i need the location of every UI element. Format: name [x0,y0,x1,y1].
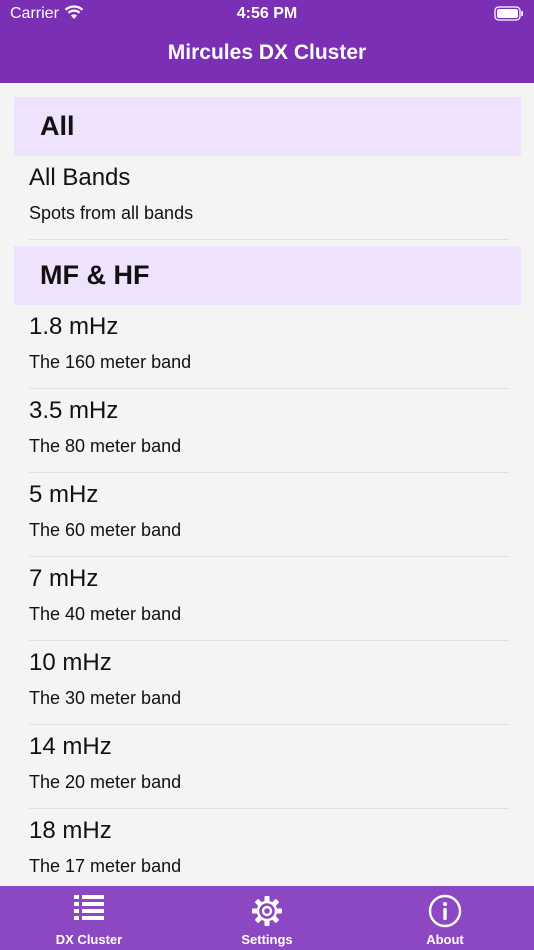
band-subtitle: The 60 meter band [29,520,182,540]
list-item-band[interactable]: 5 mHz The 60 meter band [14,473,521,557]
status-bar: Carrier 4:56 PM [0,0,534,28]
list-item-band[interactable]: 14 mHz The 20 meter band [14,725,521,809]
list-item-band[interactable]: 7 mHz The 40 meter band [14,557,521,641]
band-subtitle: The 40 meter band [29,604,182,624]
gear-icon [252,896,282,926]
list-icon [74,895,104,920]
band-title: All Bands [29,164,131,191]
navigation-header: Carrier 4:56 PM Mircules DX Cluster [0,0,534,83]
status-time: 4:56 PM [236,5,298,22]
list-item-band[interactable]: 1.8 mHz The 160 meter band [14,305,521,389]
info-icon [428,894,462,928]
band-list: All All Bands Spots from all bands MF & … [14,97,521,893]
battery-icon [494,6,524,26]
row-divider [29,239,509,240]
band-title: 10 mHz [29,649,112,676]
band-subtitle: Spots from all bands [29,203,194,223]
page-title: Mircules DX Cluster [167,41,367,64]
section-header-all: All [14,97,521,156]
list-item-band[interactable]: 10 mHz The 30 meter band [14,641,521,725]
tab-dx-cluster[interactable]: DX Cluster [0,886,178,950]
band-title: 3.5 mHz [29,397,119,424]
list-item-band[interactable]: 18 mHz The 17 meter band [14,809,521,893]
tab-label: Settings [241,932,293,947]
band-title: 18 mHz [29,817,112,844]
section-header-label: All [40,111,75,141]
band-title: 5 mHz [29,481,99,508]
list-item-band[interactable]: 3.5 mHz The 80 meter band [14,389,521,473]
section-header-label: MF & HF [40,260,150,290]
tab-bar: DX Cluster Settings About [0,886,534,950]
band-subtitle: The 17 meter band [29,856,182,876]
band-title: 14 mHz [29,733,112,760]
section-header-mf-hf: MF & HF [14,246,521,305]
band-subtitle: The 30 meter band [29,688,182,708]
tab-settings[interactable]: Settings [178,886,356,950]
band-subtitle: The 20 meter band [29,772,182,792]
band-subtitle: The 160 meter band [29,352,192,372]
band-subtitle: The 80 meter band [29,436,182,456]
tab-label: About [426,932,464,947]
tab-about[interactable]: About [356,886,534,950]
band-title: 7 mHz [29,565,99,592]
tab-label: DX Cluster [55,932,123,947]
band-title: 1.8 mHz [29,313,119,340]
list-item-all-bands[interactable]: All Bands Spots from all bands [14,156,521,240]
